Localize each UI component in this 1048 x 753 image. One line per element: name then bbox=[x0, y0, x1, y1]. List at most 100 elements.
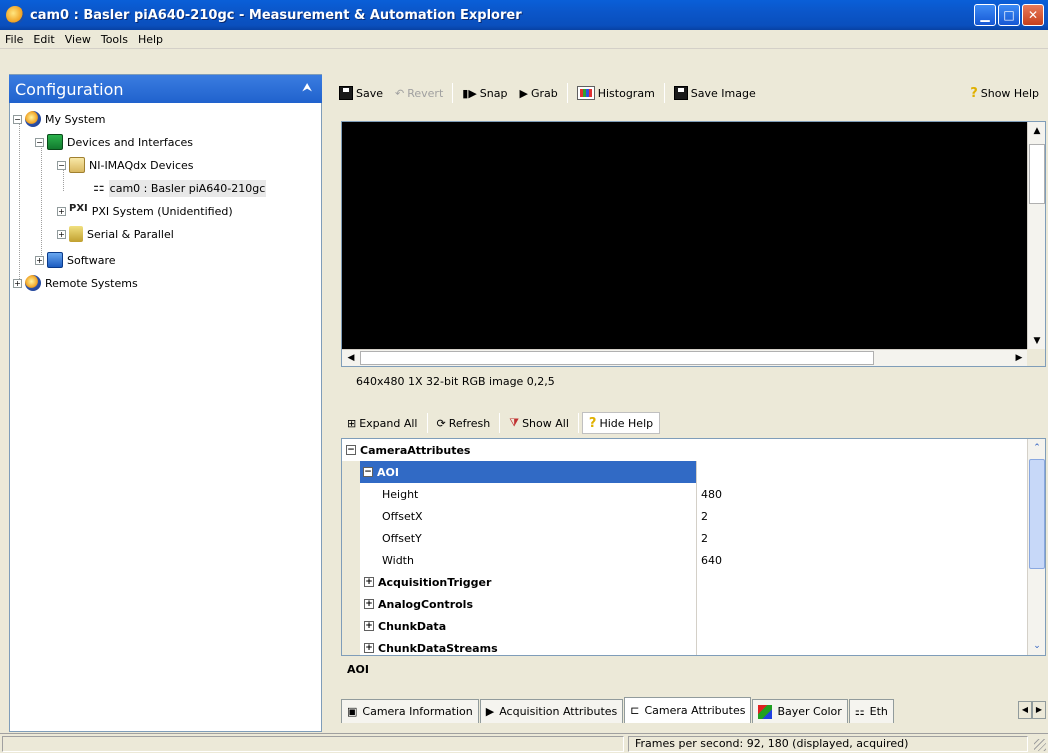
minimize-button[interactable]: ▁ bbox=[974, 4, 996, 26]
scroll-up-arrow-icon[interactable]: ▲ bbox=[1029, 123, 1045, 139]
show-all-button[interactable]: ⧩ Show All bbox=[503, 412, 575, 434]
grid-row-height[interactable]: Height 480 bbox=[342, 483, 1028, 505]
grid-row-width[interactable]: Width 640 bbox=[342, 549, 1028, 571]
grid-row-offsetx[interactable]: OffsetX 2 bbox=[342, 505, 1028, 527]
menu-edit[interactable]: Edit bbox=[28, 33, 59, 46]
devices-icon bbox=[47, 134, 63, 150]
tree-item-cam0[interactable]: ⚏ cam0 : Basler piA640-210gc bbox=[93, 177, 267, 199]
grid-value-height[interactable]: 480 bbox=[696, 483, 1028, 505]
tree-expander[interactable]: + bbox=[57, 206, 66, 216]
collapse-icon[interactable]: − bbox=[363, 467, 373, 477]
tree-expander[interactable]: + bbox=[35, 255, 44, 265]
show-help-button[interactable]: ? Show Help bbox=[964, 82, 1045, 104]
grid-row-chunk-data[interactable]: + ChunkData bbox=[342, 615, 1028, 637]
title-bar[interactable]: cam0 : Basler piA640-210gc - Measurement… bbox=[0, 0, 1048, 30]
tree-item-serial-parallel[interactable]: + Serial & Parallel bbox=[57, 223, 174, 245]
tree-item-my-system[interactable]: − My System bbox=[13, 108, 106, 130]
expand-icon[interactable]: + bbox=[364, 643, 374, 653]
status-left-pane bbox=[2, 736, 624, 752]
grab-button[interactable]: ▶ Grab bbox=[513, 82, 563, 104]
grid-row-chunk-data-streams[interactable]: + ChunkDataStreams bbox=[342, 637, 1028, 655]
bayer-icon bbox=[758, 704, 773, 719]
tree-item-devices-and-interfaces[interactable]: − Devices and Interfaces bbox=[35, 131, 193, 153]
grid-value-offsety[interactable]: 2 bbox=[696, 527, 1028, 549]
tree-item-pxi-system[interactable]: + PXI PXI System (Unidentified) bbox=[57, 200, 233, 222]
tree-expander[interactable]: + bbox=[57, 229, 66, 239]
hide-help-button[interactable]: ? Hide Help bbox=[581, 412, 661, 434]
grid-row-acquisition-trigger[interactable]: + AcquisitionTrigger bbox=[342, 571, 1028, 593]
scroll-down-arrow-icon[interactable]: ⌄ bbox=[1029, 638, 1045, 654]
grid-vertical-scrollbar[interactable]: ⌃ ⌄ bbox=[1027, 439, 1045, 655]
refresh-button[interactable]: ⟳ Refresh bbox=[431, 412, 497, 434]
resize-grip-icon[interactable] bbox=[1034, 739, 1046, 751]
grid-row-camera-attributes[interactable]: − CameraAttributes bbox=[342, 439, 1028, 461]
tab-bayer-color[interactable]: Bayer Color bbox=[752, 699, 848, 723]
floppy-disk-icon bbox=[339, 86, 353, 100]
tab-acquisition-attributes[interactable]: ▶ Acquisition Attributes bbox=[479, 699, 624, 723]
scroll-thumb[interactable] bbox=[1029, 144, 1045, 204]
frames-per-second-status: Frames per second: 92, 180 (displayed, a… bbox=[628, 736, 1028, 752]
tab-scroll-right-icon[interactable]: ▶ bbox=[1032, 701, 1046, 719]
viewer-horizontal-scrollbar[interactable]: ◀ ▶ bbox=[342, 349, 1028, 366]
floppy-disk-icon bbox=[673, 86, 688, 100]
scroll-thumb[interactable] bbox=[360, 351, 874, 365]
image-viewer[interactable]: ▲ ▼ ◀ ▶ bbox=[341, 121, 1046, 367]
toolbar-separator bbox=[426, 413, 428, 433]
refresh-icon: ⟳ bbox=[436, 416, 446, 430]
expand-all-button[interactable]: ⊞ Expand All bbox=[341, 412, 424, 434]
menu-view[interactable]: View bbox=[60, 33, 96, 46]
toolbar-separator bbox=[452, 83, 454, 103]
bottom-tab-strip: ▣ Camera Information ▶ Acquisition Attri… bbox=[341, 697, 1048, 723]
menu-help[interactable]: Help bbox=[133, 33, 168, 46]
help-icon: ? bbox=[588, 415, 597, 431]
toolbar-separator bbox=[663, 83, 665, 103]
histogram-icon bbox=[576, 86, 595, 100]
play-icon: ▶ bbox=[485, 705, 495, 718]
tab-ethernet[interactable]: ⚏ Eth bbox=[848, 699, 894, 723]
scroll-right-arrow-icon[interactable]: ▶ bbox=[1011, 350, 1027, 366]
tree-expander[interactable]: − bbox=[57, 160, 66, 170]
grid-row-analog-controls[interactable]: + AnalogControls bbox=[342, 593, 1028, 615]
collapse-icon[interactable]: − bbox=[346, 445, 356, 455]
expand-icon[interactable]: + bbox=[364, 577, 374, 587]
close-button[interactable]: ✕ bbox=[1022, 4, 1044, 26]
tab-scroll-left-icon[interactable]: ◀ bbox=[1018, 701, 1032, 719]
globe-icon bbox=[25, 111, 41, 127]
grid-row-offsety[interactable]: OffsetY 2 bbox=[342, 527, 1028, 549]
save-button[interactable]: Save bbox=[333, 82, 389, 104]
grid-value-offsetx[interactable]: 2 bbox=[696, 505, 1028, 527]
menu-tools[interactable]: Tools bbox=[96, 33, 133, 46]
expand-all-icon: ⊞ bbox=[347, 416, 357, 430]
tree-item-remote-systems[interactable]: + Remote Systems bbox=[13, 272, 138, 294]
camera-attributes-grid: − CameraAttributes − AOI Height 480 Offse… bbox=[341, 438, 1046, 656]
revert-button[interactable]: ↶ Revert bbox=[389, 82, 449, 104]
grid-row-aoi[interactable]: − AOI bbox=[342, 461, 1028, 483]
snap-button[interactable]: ▮▶ Snap bbox=[456, 82, 513, 104]
maximize-button[interactable]: □ bbox=[998, 4, 1020, 26]
scroll-up-arrow-icon[interactable]: ⌃ bbox=[1029, 440, 1045, 456]
viewer-vertical-scrollbar[interactable]: ▲ ▼ bbox=[1027, 122, 1045, 350]
revert-icon: ↶ bbox=[395, 86, 405, 100]
scroll-down-arrow-icon[interactable]: ▼ bbox=[1029, 333, 1045, 349]
expand-icon[interactable]: + bbox=[364, 621, 374, 631]
tree-expander[interactable]: − bbox=[13, 114, 22, 124]
attribute-toolbar: ⊞ Expand All ⟳ Refresh ⧩ Show All ? Hide… bbox=[341, 410, 841, 436]
expand-icon[interactable]: + bbox=[364, 599, 374, 609]
scroll-left-arrow-icon[interactable]: ◀ bbox=[343, 350, 359, 366]
tree-expander[interactable]: + bbox=[13, 278, 22, 288]
save-image-button[interactable]: Save Image bbox=[668, 82, 762, 104]
tab-camera-information[interactable]: ▣ Camera Information bbox=[341, 699, 479, 723]
window-title: cam0 : Basler piA640-210gc - Measurement… bbox=[30, 7, 522, 23]
configuration-header: Configuration ⮝ bbox=[9, 75, 322, 103]
grid-value-width[interactable]: 640 bbox=[696, 549, 1028, 571]
status-bar: Frames per second: 92, 180 (displayed, a… bbox=[0, 733, 1048, 753]
tree-expander[interactable]: − bbox=[35, 137, 44, 147]
menu-file[interactable]: File bbox=[0, 33, 28, 46]
histogram-button[interactable]: Histogram bbox=[571, 82, 661, 104]
tree-item-ni-imaqdx-devices[interactable]: − NI-IMAQdx Devices bbox=[57, 154, 194, 176]
collapse-panel-icon[interactable]: ⮝ bbox=[302, 80, 316, 94]
tab-camera-attributes[interactable]: ⊏ Camera Attributes bbox=[624, 697, 752, 723]
tree-item-software[interactable]: + Software bbox=[35, 249, 116, 271]
camera-attr-icon: ⊏ bbox=[630, 704, 640, 717]
scroll-thumb[interactable] bbox=[1029, 459, 1045, 569]
